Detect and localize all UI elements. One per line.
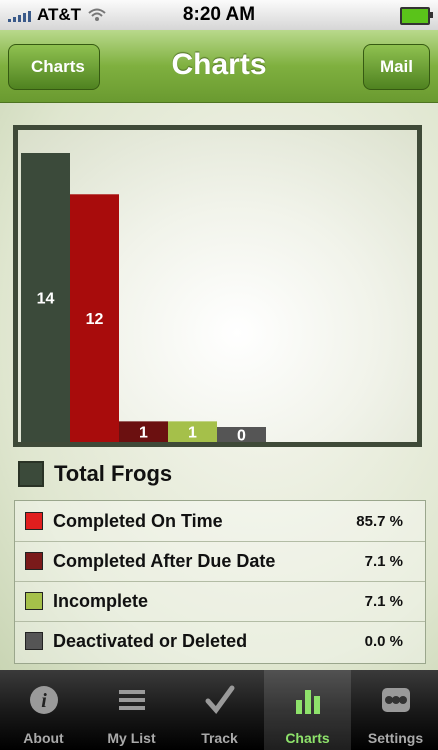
stat-row-incomplete: Incomplete 7.1 % — [15, 581, 425, 622]
chart-frame: 14 12 1 1 0 — [13, 125, 422, 447]
stat-pct: 7.1 % — [364, 592, 403, 610]
stat-pct: 0.0 % — [364, 632, 403, 650]
stat-label: Completed On Time — [53, 510, 223, 531]
tab-settings[interactable]: Settings — [352, 670, 438, 750]
stat-pct: 85.7 % — [356, 512, 403, 530]
battery-icon — [400, 7, 433, 25]
tab-about[interactable]: i About — [0, 670, 87, 750]
bar-value-label: 14 — [37, 291, 55, 308]
stat-label: Deactivated or Deleted — [53, 630, 248, 651]
stat-label: Completed After Due Date — [53, 550, 276, 571]
mail-button-label: Mail — [379, 57, 413, 76]
legend-total: Total Frogs — [18, 461, 172, 487]
status-bar: AT&T 8:20 AM — [0, 0, 438, 30]
stat-row-on-time: Completed On Time 85.7 % — [15, 501, 425, 542]
tab-label: Charts — [285, 730, 330, 746]
settings-icon — [382, 688, 410, 712]
bar-value-label: 12 — [86, 311, 104, 328]
tab-label: Track — [201, 730, 238, 746]
stats-list: Completed On Time 85.7 % Completed After… — [14, 500, 426, 664]
tab-label: Settings — [367, 730, 424, 746]
stat-row-deleted: Deactivated or Deleted 0.0 % — [15, 621, 425, 661]
stat-row-after-due: Completed After Due Date 7.1 % — [15, 541, 425, 582]
stat-swatch — [25, 592, 43, 610]
bar-value-label: 1 — [139, 425, 148, 442]
legend-total-swatch — [18, 461, 44, 487]
bar-value-label: 1 — [188, 425, 197, 442]
checkmark-icon — [205, 685, 235, 714]
tab-label: About — [23, 730, 64, 746]
tab-label: My List — [107, 730, 156, 746]
stat-swatch — [25, 632, 43, 650]
svg-text:i: i — [41, 690, 47, 712]
info-icon: i — [30, 686, 58, 714]
stat-swatch — [25, 512, 43, 530]
status-time: 8:20 AM — [182, 4, 256, 25]
bar-chart: 14 12 1 1 0 — [21, 153, 266, 443]
tab-charts[interactable]: Charts — [264, 670, 351, 750]
legend-total-label: Total Frogs — [54, 461, 173, 486]
tab-my-list[interactable]: My List — [88, 670, 175, 750]
content-area: 14 12 1 1 0 Total Frogs Completed On Time 85… — [0, 103, 438, 670]
list-icon — [119, 690, 145, 710]
mail-button[interactable]: Mail — [362, 44, 430, 90]
stat-swatch — [25, 552, 43, 570]
tab-bar: i About My List Track Charts Settings — [0, 670, 438, 750]
stat-pct: 7.1 % — [364, 552, 403, 570]
bar-value-label: 0 — [237, 428, 246, 443]
nav-bar: Charts Charts Mail — [0, 30, 438, 103]
stat-label: Incomplete — [53, 590, 149, 611]
bar-chart-icon — [296, 690, 320, 714]
tab-track[interactable]: Track — [176, 670, 263, 750]
